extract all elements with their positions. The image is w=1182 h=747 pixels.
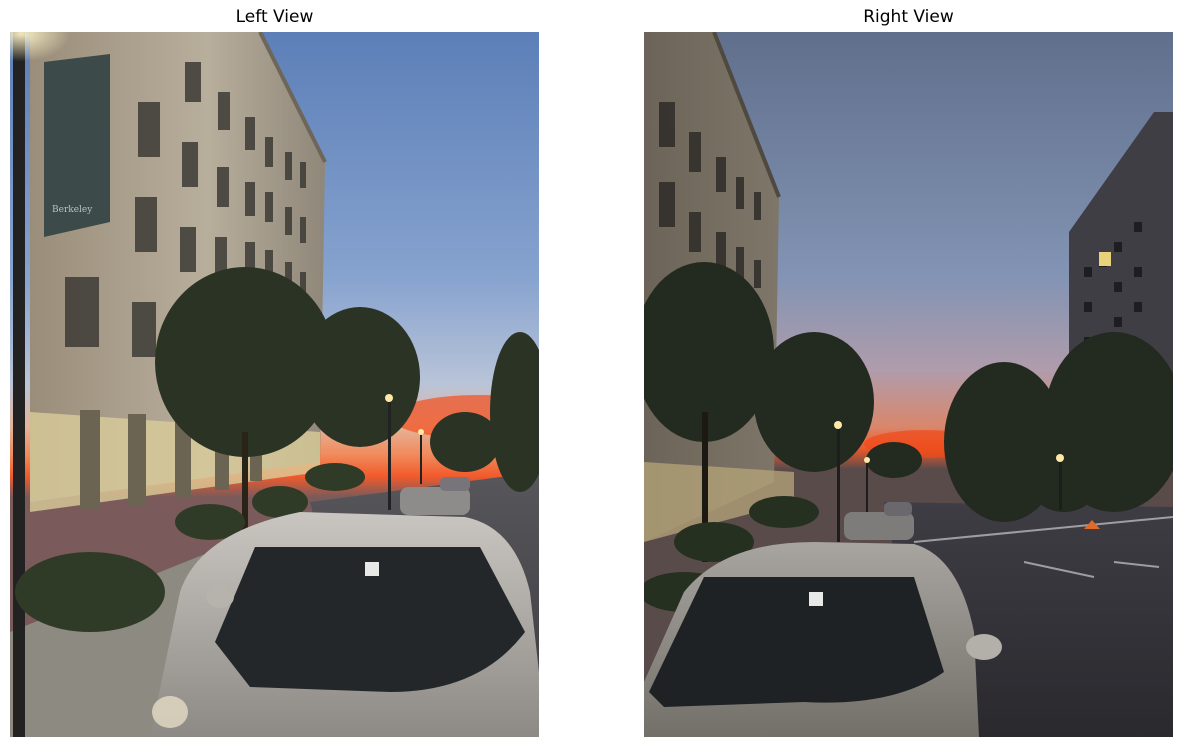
- side-mirror: [206, 586, 234, 608]
- side-mirror: [966, 634, 1002, 660]
- lamp-pole: [13, 32, 25, 737]
- svg-text:Berkeley: Berkeley: [52, 205, 93, 215]
- left-view-panel: Left View Berkeley: [10, 0, 539, 747]
- distant-car: [400, 487, 470, 515]
- right-view-photo: [644, 32, 1173, 737]
- left-view-photo: Berkeley: [10, 32, 539, 737]
- left-view-title: Left View: [235, 7, 314, 27]
- right-view-panel: Right View: [644, 0, 1173, 747]
- distant-car: [844, 512, 914, 540]
- headlight: [152, 696, 188, 728]
- right-view-title: Right View: [863, 7, 954, 27]
